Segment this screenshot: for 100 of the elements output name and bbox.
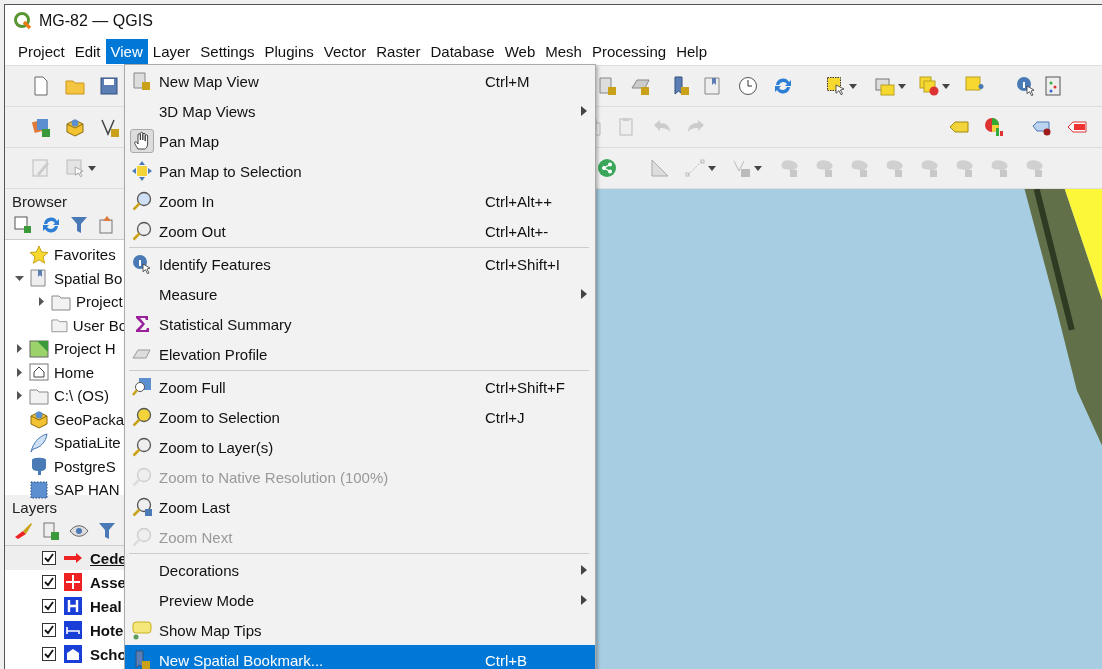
map-view-icon[interactable] xyxy=(598,76,618,96)
menu-item[interactable]: Pan Map to Selection xyxy=(125,156,595,186)
checkbox[interactable] xyxy=(42,623,56,637)
menu-item[interactable]: Preview Mode xyxy=(125,585,595,615)
tree-item[interactable]: Project H xyxy=(54,340,116,358)
menu-item[interactable]: Vector xyxy=(318,38,372,64)
checkbox[interactable] xyxy=(42,599,56,613)
grid-surface-icon[interactable] xyxy=(631,76,651,96)
menu-item[interactable]: Show Map Tips xyxy=(125,615,595,645)
checkbox[interactable] xyxy=(42,647,56,661)
clock-icon[interactable] xyxy=(738,76,758,96)
add-icon[interactable] xyxy=(13,215,33,235)
zoom-full-icon xyxy=(132,377,152,397)
tree-item[interactable]: Project xyxy=(76,293,123,311)
menu-item[interactable]: New Map View Ctrl+M xyxy=(125,66,595,96)
expand-arrow-icon[interactable] xyxy=(15,273,24,283)
menu-item[interactable]: Zoom to Layer(s) xyxy=(125,432,595,462)
menu-item[interactable]: Raster xyxy=(371,38,426,64)
menu-item[interactable]: Project xyxy=(13,38,70,64)
menu-item[interactable]: Web xyxy=(499,38,541,64)
menu-item[interactable]: New Spatial Bookmark... Ctrl+B xyxy=(125,645,595,669)
layer-row[interactable]: Heal xyxy=(5,594,127,618)
app-logo-icon xyxy=(13,11,33,31)
magnifier-icon xyxy=(132,497,152,517)
identify-icon[interactable] xyxy=(1016,76,1036,96)
menu-item[interactable]: Edit xyxy=(69,38,106,64)
deselect-icon[interactable] xyxy=(919,76,939,96)
feather-icon xyxy=(29,432,49,453)
expand-arrow-icon[interactable] xyxy=(37,297,46,307)
menu-item[interactable]: Plugins xyxy=(259,38,319,64)
brush-icon[interactable] xyxy=(13,521,33,541)
menu-item[interactable]: 3D Map Views xyxy=(125,96,595,126)
cube-icon xyxy=(29,409,49,430)
layer-row[interactable]: Cede xyxy=(5,546,127,570)
menu-item[interactable]: Zoom Last xyxy=(125,492,595,522)
health-symbol-icon xyxy=(63,596,83,616)
panel-title: Browser xyxy=(11,192,68,212)
menu-item[interactable]: Mesh xyxy=(540,38,587,64)
menu-item[interactable]: Help xyxy=(671,38,712,64)
tree-item[interactable]: Home xyxy=(54,363,94,381)
expand-arrow-icon[interactable] xyxy=(15,344,24,354)
menu-item[interactable]: Elevation Profile xyxy=(125,339,595,369)
select-icon[interactable] xyxy=(826,76,846,96)
new-file-icon[interactable] xyxy=(31,76,51,96)
vertex-icon[interactable] xyxy=(99,117,119,137)
tree-item[interactable]: SAP HAN xyxy=(54,481,120,499)
tree-item[interactable]: PostgreS xyxy=(54,457,116,475)
share-icon[interactable] xyxy=(597,158,617,178)
menu-item[interactable]: Decorations xyxy=(125,555,595,585)
window-title: MG-82 — QGIS xyxy=(39,12,153,30)
magnifier-icon xyxy=(132,407,152,427)
book-icon[interactable] xyxy=(703,76,723,96)
expand-arrow-icon[interactable] xyxy=(15,391,24,401)
add-group-icon[interactable] xyxy=(41,521,61,541)
calculator-icon[interactable] xyxy=(1043,76,1063,96)
cube-icon[interactable] xyxy=(65,117,85,137)
menu-item[interactable]: Statistical Summary xyxy=(125,309,595,339)
pie-chart-icon[interactable] xyxy=(984,117,1004,137)
magnifier-icon xyxy=(132,221,152,241)
tree-item[interactable]: C:\ (OS) xyxy=(54,387,109,405)
menu-item[interactable]: Zoom Out Ctrl+Alt+- xyxy=(125,216,595,246)
layer-name: Heal xyxy=(90,597,122,615)
save-icon[interactable] xyxy=(99,76,119,96)
menu-item[interactable]: Settings xyxy=(195,38,260,64)
tree-item[interactable]: GeoPacka xyxy=(54,410,125,428)
panel-title: Layers xyxy=(11,498,59,518)
bookmark-icon[interactable] xyxy=(671,76,691,96)
checkbox[interactable] xyxy=(42,575,56,589)
checkbox[interactable] xyxy=(42,551,56,565)
menu-item[interactable]: Measure xyxy=(125,279,595,309)
add-layer-icon[interactable] xyxy=(31,117,51,137)
menu-item[interactable]: Processing xyxy=(586,38,672,64)
menu-item[interactable]: Pan Map xyxy=(125,126,595,156)
magnifier-icon xyxy=(132,467,152,487)
magnifier-icon xyxy=(132,191,152,211)
identify-icon xyxy=(132,254,152,274)
home-icon xyxy=(29,362,49,383)
filter-icon[interactable] xyxy=(69,215,89,235)
layer-row[interactable]: Asse xyxy=(5,570,127,594)
refresh-icon[interactable] xyxy=(41,215,61,235)
layer-name: Hote xyxy=(90,621,124,639)
filter-icon[interactable] xyxy=(97,521,117,541)
menu-item[interactable]: Identify Features Ctrl+Shift+I xyxy=(125,249,595,279)
tree-item[interactable]: Spatial Bo xyxy=(54,269,123,287)
menu-item[interactable]: Zoom to Selection Ctrl+J xyxy=(125,402,595,432)
layer-name: Cede xyxy=(90,549,127,567)
tree-item[interactable]: SpatiaLite xyxy=(54,434,121,452)
menu-item[interactable]: Database xyxy=(425,38,500,64)
layer-row[interactable]: Hote xyxy=(5,618,127,642)
bookmark-icon xyxy=(132,650,152,669)
refresh-icon[interactable] xyxy=(773,76,793,96)
tree-item[interactable]: Favorites xyxy=(54,246,116,264)
menu-item[interactable]: Zoom In Ctrl+Alt++ xyxy=(125,186,595,216)
menu-item[interactable]: Layer xyxy=(147,38,196,64)
ruler-icon[interactable] xyxy=(650,158,670,178)
cross-symbol-icon xyxy=(63,572,83,592)
menu-item[interactable]: Zoom Full Ctrl+Shift+F xyxy=(125,372,595,402)
menu-item[interactable]: View xyxy=(105,38,148,64)
magnifier-icon xyxy=(132,437,152,457)
expand-arrow-icon[interactable] xyxy=(15,367,24,377)
